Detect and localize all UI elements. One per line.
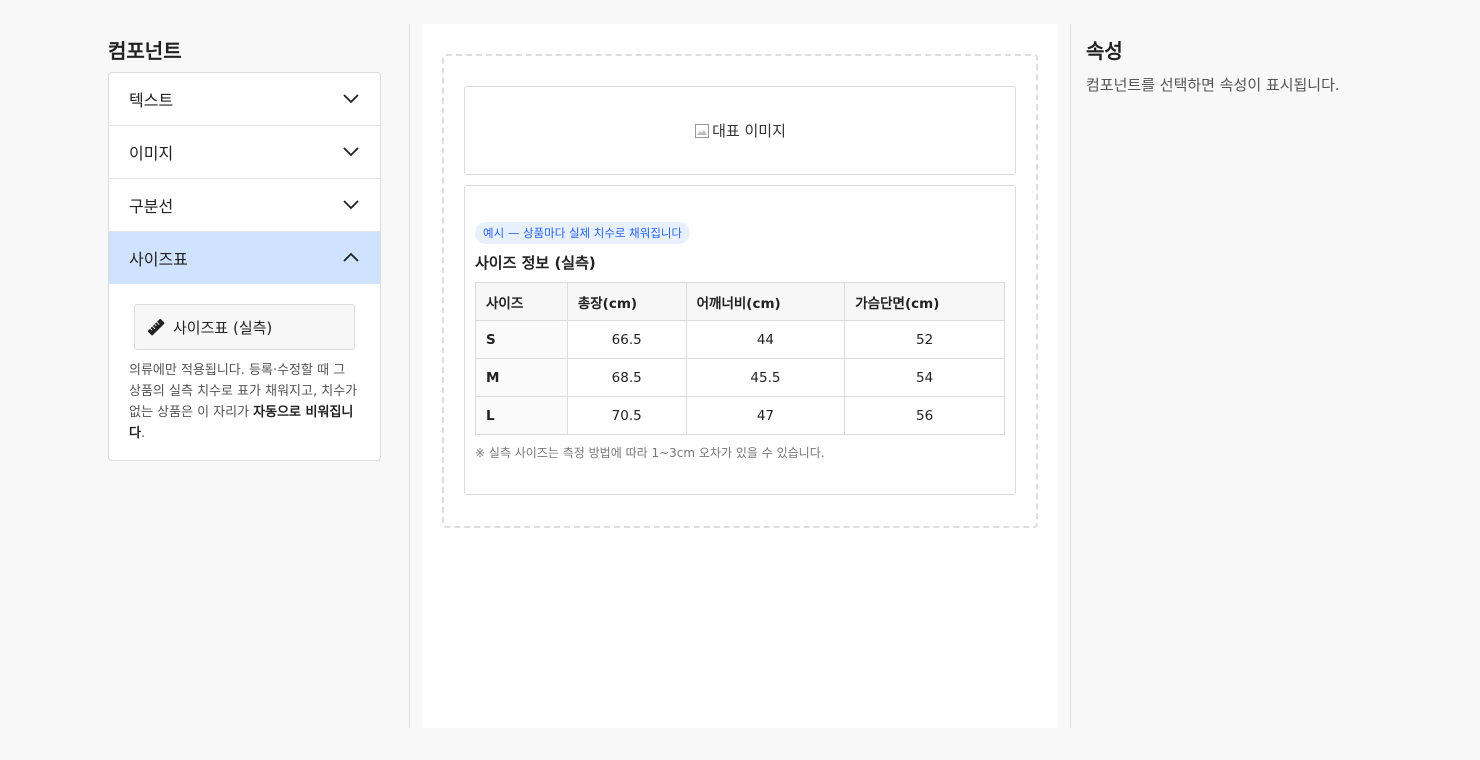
table-row: M 68.5 45.5 54 (475, 358, 1005, 397)
size-table-help-text: 의류에만 적용됩니다. 등록·수정할 때 그 상품의 실측 치수로 표가 채워지… (129, 360, 360, 444)
accordion-item-divider: 구분선 (109, 179, 380, 232)
size-table-component-chip[interactable]: 사이즈표 (실측) (134, 304, 355, 350)
table-header-cell: 총장(cm) (566, 282, 687, 321)
editor-canvas: 대표 이미지 예시 — 상품마다 실제 치수로 채워집니다 사이즈 정보 (실측… (422, 24, 1058, 728)
drop-zone[interactable]: 대표 이미지 예시 — 상품마다 실제 치수로 채워집니다 사이즈 정보 (실측… (442, 54, 1038, 528)
size-table-component[interactable]: 예시 — 상품마다 실제 치수로 채워집니다 사이즈 정보 (실측) 사이즈 총… (464, 185, 1016, 495)
image-placeholder: 대표 이미지 (694, 120, 786, 141)
size-table-title: 사이즈 정보 (실측) (475, 254, 596, 272)
table-cell: 56 (844, 396, 1005, 435)
component-panel-title: 컴포넌트 (108, 39, 182, 63)
table-cell: 52 (844, 320, 1005, 359)
component-panel: 컴포넌트 텍스트 이미지 구분선 사이즈표 사이즈표 (실측) 의류에만 적용됩… (108, 24, 381, 461)
properties-panel: 속성 컴포넌트를 선택하면 속성이 표시됩니다. (1086, 24, 1446, 95)
table-cell: L (475, 396, 568, 435)
table-row: S 66.5 44 52 (475, 320, 1005, 359)
accordion-label: 사이즈표 (129, 250, 188, 269)
properties-title: 속성 (1086, 39, 1123, 63)
left-divider (409, 24, 410, 728)
table-cell: 47 (685, 396, 846, 435)
table-cell: M (475, 358, 568, 397)
table-cell: 45.5 (685, 358, 846, 397)
table-cell: 66.5 (566, 320, 687, 359)
table-header-row: 사이즈 총장(cm) 어깨너비(cm) 가슴단면(cm) (475, 282, 1005, 321)
broken-image-icon (695, 123, 710, 138)
accordion-body-size-table: 사이즈표 (실측) 의류에만 적용됩니다. 등록·수정할 때 그 상품의 실측 … (109, 284, 380, 460)
accordion-header-size-table[interactable]: 사이즈표 (109, 232, 380, 284)
table-cell: 54 (844, 358, 1005, 397)
accordion-label: 구분선 (129, 197, 174, 216)
size-table: 사이즈 총장(cm) 어깨너비(cm) 가슴단면(cm) S 66.5 44 5… (475, 282, 1005, 435)
properties-empty-message: 컴포넌트를 선택하면 속성이 표시됩니다. (1086, 76, 1340, 94)
table-header-cell: 어깨너비(cm) (685, 282, 846, 321)
chevron-down-icon (343, 94, 359, 104)
size-table-note: ※ 실측 사이즈는 측정 방법에 따라 1~3cm 오차가 있을 수 있습니다. (475, 446, 825, 460)
chevron-down-icon (343, 147, 359, 157)
table-cell: 70.5 (566, 396, 687, 435)
size-chip-label: 사이즈표 (실측) (173, 318, 273, 337)
component-accordion: 텍스트 이미지 구분선 사이즈표 사이즈표 (실측) 의류에만 적용됩니다. 등… (108, 72, 381, 461)
accordion-label: 이미지 (129, 144, 174, 163)
right-divider (1070, 24, 1071, 728)
table-header-cell: 사이즈 (475, 282, 568, 321)
image-component[interactable]: 대표 이미지 (464, 86, 1016, 175)
table-row: L 70.5 47 56 (475, 396, 1005, 435)
ruler-icon (147, 318, 165, 336)
accordion-header-image[interactable]: 이미지 (109, 126, 380, 178)
accordion-item-image: 이미지 (109, 126, 380, 179)
accordion-label: 텍스트 (129, 91, 174, 110)
help-text-end: . (140, 426, 146, 441)
table-cell: 44 (685, 320, 846, 359)
chevron-up-icon (343, 252, 359, 262)
accordion-item-size-table: 사이즈표 사이즈표 (실측) 의류에만 적용됩니다. 등록·수정할 때 그 상품… (109, 232, 380, 460)
table-cell: 68.5 (566, 358, 687, 397)
accordion-item-text: 텍스트 (109, 73, 380, 126)
accordion-header-divider[interactable]: 구분선 (109, 179, 380, 231)
table-header-cell: 가슴단면(cm) (844, 282, 1005, 321)
table-cell: S (475, 320, 568, 359)
chevron-down-icon (343, 200, 359, 210)
image-alt-text: 대표 이미지 (712, 122, 786, 140)
example-badge: 예시 — 상품마다 실제 치수로 채워집니다 (475, 222, 691, 244)
accordion-header-text[interactable]: 텍스트 (109, 73, 380, 125)
